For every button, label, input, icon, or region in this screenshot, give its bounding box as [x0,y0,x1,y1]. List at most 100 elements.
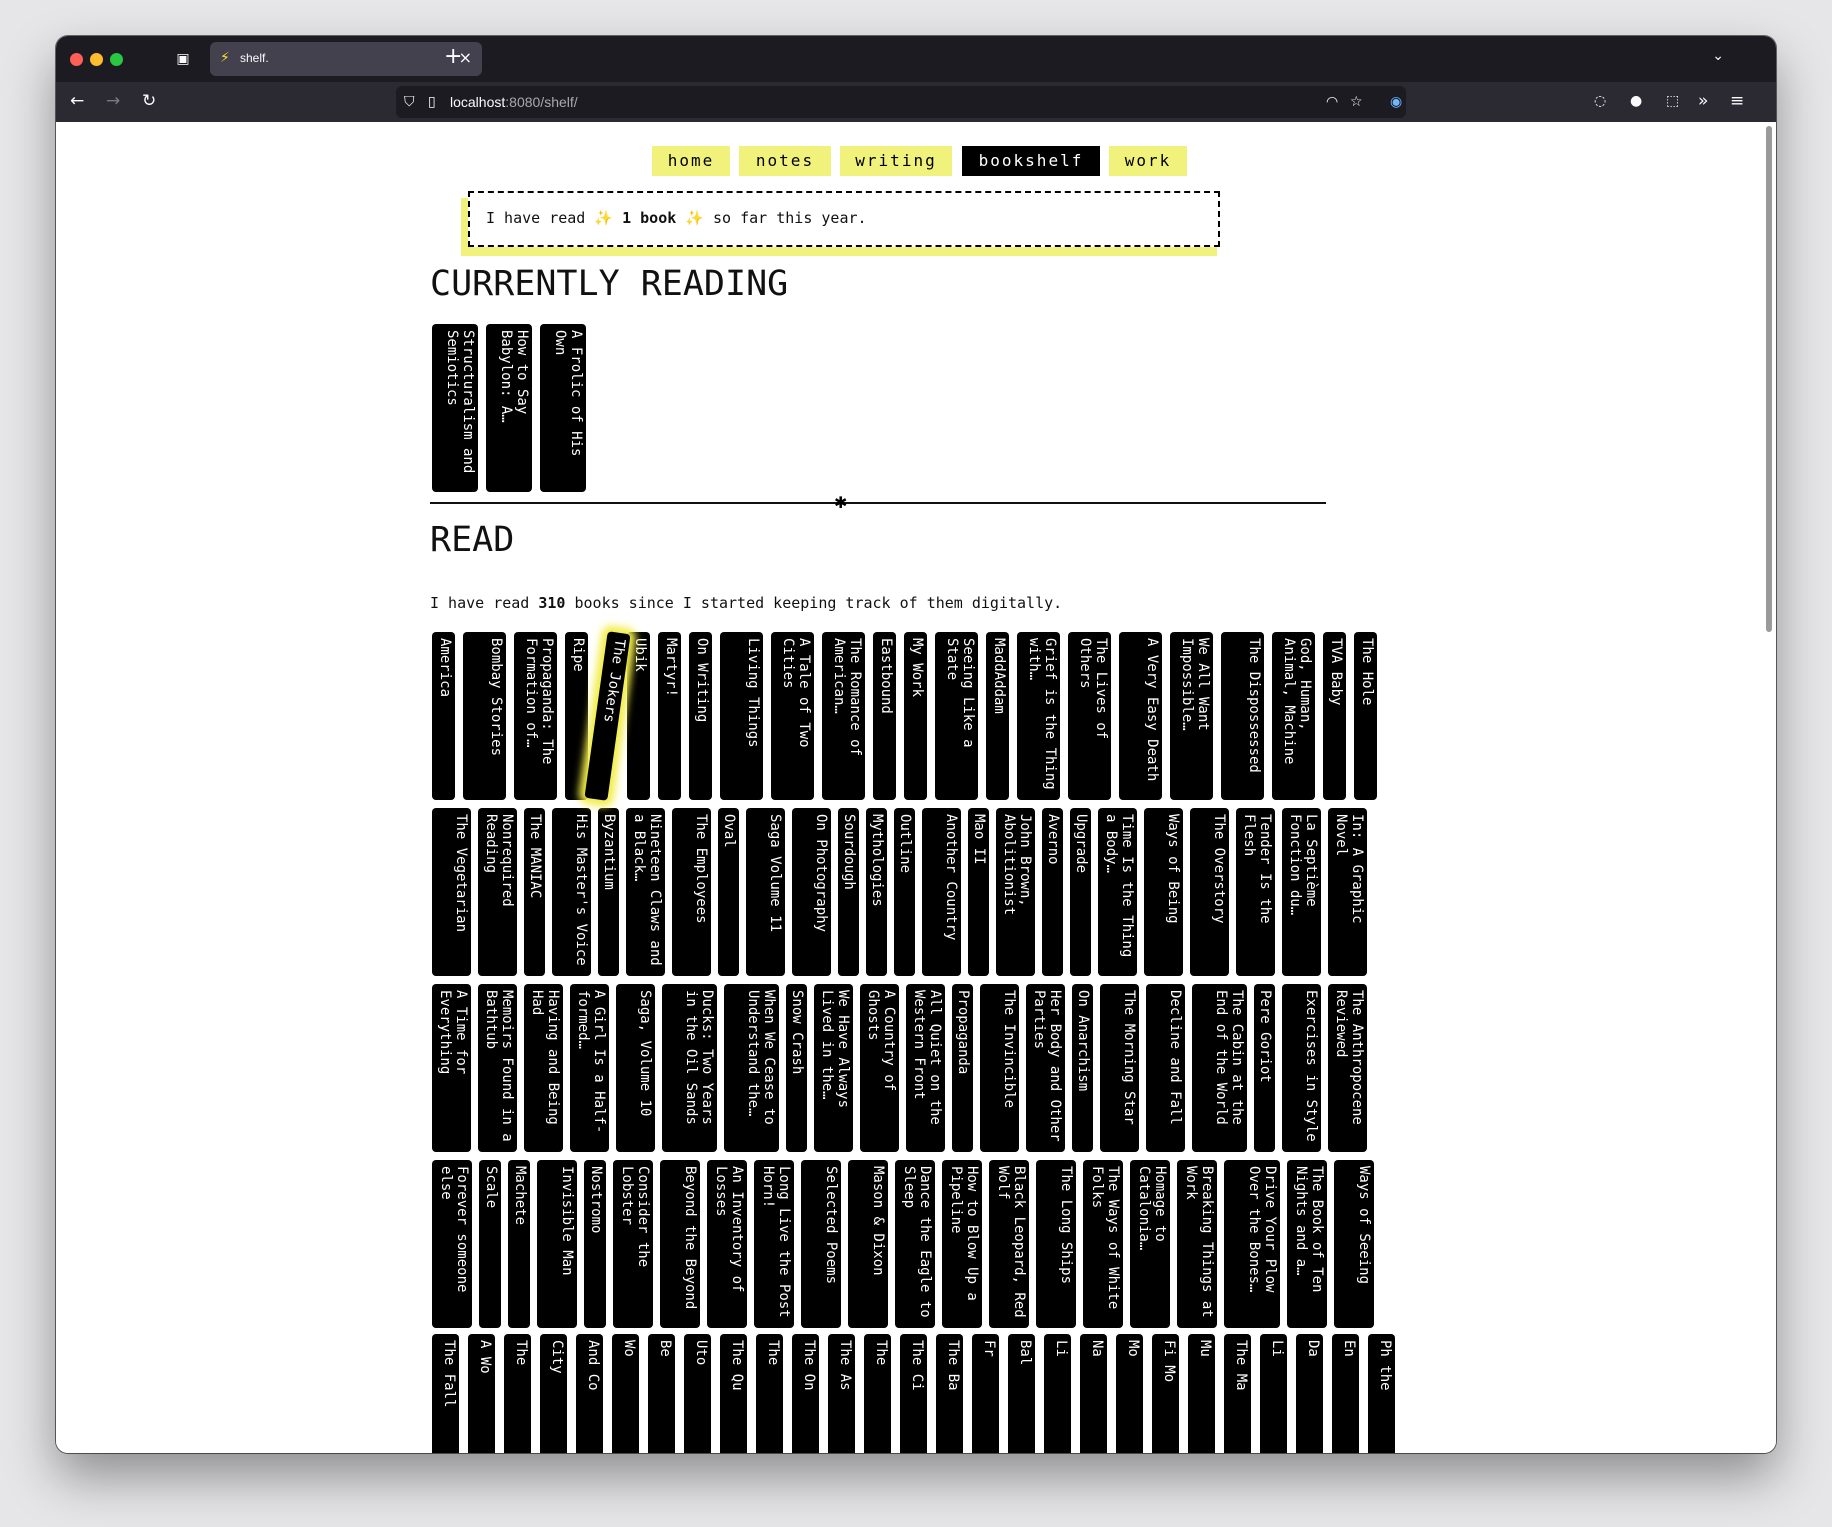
pocket-icon[interactable]: ◌ [1594,91,1606,111]
book-spine[interactable]: The Morning Star [1100,984,1139,1152]
tab-overview-icon[interactable]: ▣ [173,49,193,69]
book-spine[interactable]: Machete [508,1160,530,1328]
rss-icon[interactable]: ◠ [1326,93,1338,111]
account-icon[interactable]: ● [1630,91,1642,111]
book-spine[interactable]: My Work [904,632,927,800]
book-spine[interactable]: The Long Ships [1036,1160,1076,1328]
book-spine[interactable]: Memoirs Found in a Bathtub [478,984,517,1152]
book-spine[interactable]: Ways of Being [1144,808,1183,976]
book-spine[interactable]: Ph the [1368,1334,1395,1453]
book-spine[interactable]: Mo [1116,1334,1143,1453]
book-spine[interactable]: The Qu [720,1334,747,1453]
book-spine[interactable]: On Photography [792,808,831,976]
book-spine[interactable]: Homage to Catalonia… [1130,1160,1170,1328]
book-spine[interactable]: Byzantium [598,808,619,976]
book-spine[interactable]: Dance the Eagle to Sleep [895,1160,935,1328]
book-spine[interactable]: The Ways of White Folks [1083,1160,1123,1328]
book-spine[interactable]: God, Human, Animal, Machine [1272,632,1315,800]
book-spine[interactable]: Mason & Dixon [848,1160,888,1328]
book-spine[interactable]: The Anthropocene Reviewed [1328,984,1367,1152]
book-spine[interactable]: On Writing [689,632,712,800]
book-spine[interactable]: Upgrade [1070,808,1091,976]
book-spine[interactable]: Li [1260,1334,1287,1453]
book-spine[interactable]: Long Live the Post Horn! [754,1160,794,1328]
book-spine[interactable]: Wo [612,1334,639,1453]
book-spine[interactable]: Another Country [922,808,961,976]
password-manager-icon[interactable]: ◉ [1390,93,1402,111]
book-spine[interactable]: The [864,1334,891,1453]
new-tab-icon[interactable]: + [444,45,462,69]
book-spine[interactable]: Saga Volume 11 [746,808,785,976]
minimize-window-button[interactable] [90,53,103,66]
book-spine[interactable]: Saga, Volume 10 [616,984,655,1152]
close-window-button[interactable] [70,53,83,66]
book-spine[interactable]: City [540,1334,567,1453]
reload-icon[interactable]: ↻ [142,91,156,111]
book-spine[interactable]: Averno [1042,808,1063,976]
book-spine[interactable]: Sourdough [838,808,859,976]
book-spine[interactable]: The Ma [1224,1334,1251,1453]
book-spine[interactable]: Structuralism and Semiotics [432,324,478,492]
book-spine[interactable]: The MANIAC [524,808,545,976]
book-spine[interactable]: Li [1044,1334,1071,1453]
book-spine[interactable]: The Book of Ten Nights and a… [1287,1160,1327,1328]
book-spine[interactable]: Oval [718,808,739,976]
browser-tab[interactable]: ⚡ shelf. × [210,42,482,76]
book-spine[interactable]: The [756,1334,783,1453]
book-spine[interactable]: And Co [576,1334,603,1453]
url-text[interactable]: localhost:8080/shelf/ [450,94,578,110]
book-spine[interactable]: Bombay Stories [463,632,506,800]
book-spine[interactable]: The Overstory [1190,808,1229,976]
book-spine[interactable]: The Dispossessed [1221,632,1264,800]
book-spine[interactable]: Fi Mo [1152,1334,1179,1453]
book-spine[interactable]: Black Leopard, Red Wolf [989,1160,1029,1328]
tracking-shield-icon[interactable]: ⛉ [404,93,415,111]
book-spine[interactable]: Tender Is the Flesh [1236,808,1275,976]
book-spine[interactable]: All Quiet on the Western Front [906,984,945,1152]
menu-icon[interactable]: ≡ [1730,91,1744,111]
book-spine[interactable]: Uto [684,1334,711,1453]
book-spine[interactable]: Forever someone else [432,1160,472,1328]
maximize-window-button[interactable] [110,53,123,66]
book-spine[interactable]: In: A Graphic Novel [1328,808,1367,976]
book-spine[interactable]: Time Is the Thing a Body… [1098,808,1137,976]
extensions-icon[interactable]: ⬚ [1666,91,1679,111]
book-spine[interactable]: Propaganda: The Formation of… [514,632,557,800]
book-spine[interactable]: Ubik [627,632,650,800]
book-spine[interactable]: Mao II [968,808,989,976]
book-spine[interactable]: Her Body and Other Parties [1026,984,1065,1152]
book-spine[interactable]: Da [1296,1334,1323,1453]
book-spine[interactable]: Drive Your Plow Over the Bones… [1224,1160,1280,1328]
book-spine[interactable]: A Frolic of His Own [540,324,586,492]
book-spine[interactable]: Outline [894,808,915,976]
back-icon[interactable]: ← [70,91,84,111]
book-spine[interactable]: When We Cease to Understand the… [724,984,779,1152]
book-spine[interactable]: Invisible Man [537,1160,577,1328]
book-spine[interactable]: Having and Being Had [524,984,563,1152]
book-spine[interactable]: The On [792,1334,819,1453]
book-spine[interactable]: An Inventory of Losses [707,1160,747,1328]
book-spine[interactable]: The Jokers [584,631,631,801]
book-spine[interactable]: En [1332,1334,1359,1453]
scrollbar[interactable] [1762,122,1776,1453]
book-spine[interactable]: His Master's Voice [552,808,591,976]
book-spine[interactable]: Breaking Things at Work [1177,1160,1217,1328]
book-spine[interactable]: Propaganda [952,984,973,1152]
book-spine[interactable]: Living Things [720,632,763,800]
book-spine[interactable]: Bal [1008,1334,1035,1453]
book-spine[interactable]: Beyond the Beyond [660,1160,700,1328]
book-spine[interactable]: Seeing Like a State [935,632,978,800]
book-spine[interactable]: Mythologies [866,808,887,976]
page-info-icon[interactable]: ▯ [428,93,436,111]
book-spine[interactable]: Grief is the Thing with… [1017,632,1060,800]
overflow-icon[interactable]: » [1698,91,1708,111]
book-spine[interactable]: Scale [479,1160,501,1328]
book-spine[interactable]: How to Blow Up a Pipeline [942,1160,982,1328]
tab-list-icon[interactable]: ⌄ [1712,48,1724,64]
book-spine[interactable]: A Very Easy Death [1119,632,1162,800]
book-spine[interactable]: John Brown, Abolitionist [996,808,1035,976]
url-bar[interactable]: ⛉ ▯ localhost:8080/shelf/ ◠ ☆ ◉ [396,86,1406,118]
book-spine[interactable]: We Have Always Lived in the… [814,984,853,1152]
book-spine[interactable]: La Septième Fonction du… [1282,808,1321,976]
book-spine[interactable]: Pere Goriot [1254,984,1275,1152]
